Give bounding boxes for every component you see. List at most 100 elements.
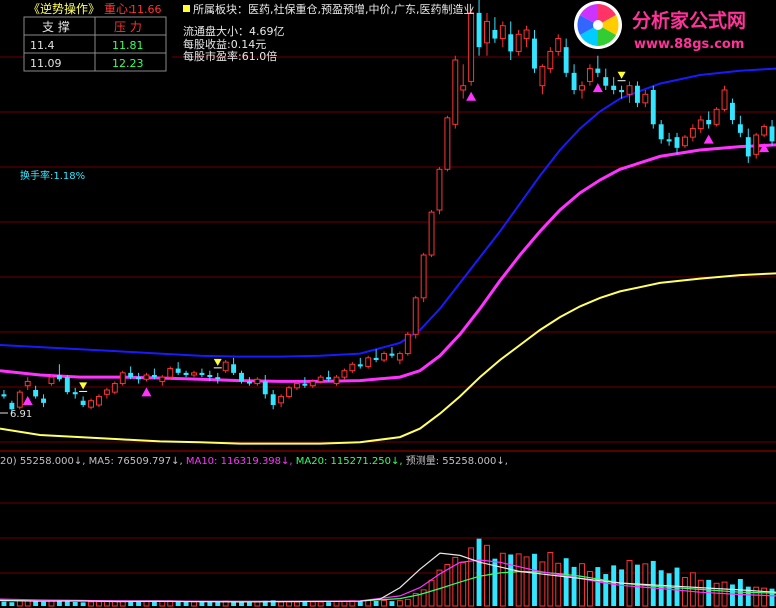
watermark-brand: 分析家公式网 bbox=[632, 9, 746, 32]
volume-bar bbox=[539, 561, 546, 607]
candle bbox=[555, 34, 562, 56]
candle bbox=[41, 394, 47, 408]
candle bbox=[706, 111, 712, 129]
candle bbox=[333, 375, 340, 386]
candle bbox=[508, 21, 514, 60]
volume-bar bbox=[215, 601, 221, 606]
candle bbox=[396, 351, 403, 365]
candle bbox=[484, 12, 490, 56]
volume-bar bbox=[302, 601, 308, 606]
candle bbox=[420, 252, 427, 303]
candle bbox=[611, 77, 617, 95]
candle bbox=[769, 120, 775, 146]
buy-signal-marker bbox=[703, 134, 714, 144]
volume-bars bbox=[1, 538, 775, 607]
volume-bar bbox=[555, 562, 562, 607]
candle bbox=[492, 17, 498, 43]
candle bbox=[547, 47, 554, 73]
candle bbox=[444, 115, 451, 172]
volume-bar bbox=[499, 552, 506, 607]
candle bbox=[689, 124, 696, 142]
candle bbox=[571, 64, 577, 95]
candle bbox=[436, 167, 443, 215]
candle bbox=[111, 381, 118, 395]
volume-bar bbox=[103, 600, 110, 607]
candle bbox=[222, 360, 229, 373]
volume-bar bbox=[745, 586, 751, 606]
candle bbox=[341, 368, 348, 380]
resistance-value-1: 11.81 bbox=[112, 39, 144, 52]
volume-bar bbox=[611, 565, 617, 606]
volume-bar bbox=[460, 562, 467, 607]
sector-text: 所属板块：医药,社保重仓,预盈预增,中价,广东,医药制造业 bbox=[193, 2, 474, 16]
candle bbox=[167, 366, 174, 380]
candle bbox=[697, 115, 704, 133]
buy-signal-marker bbox=[466, 91, 477, 101]
candle bbox=[64, 375, 70, 395]
volume-bar bbox=[159, 600, 166, 607]
volume-bar bbox=[64, 601, 70, 606]
candle bbox=[603, 68, 609, 90]
candle bbox=[721, 85, 728, 112]
sell-signal-marker bbox=[213, 358, 222, 366]
ma-yellow-line bbox=[0, 272, 776, 445]
volume-bar bbox=[619, 569, 625, 606]
volume-legend-item: MA20: 115271.250↓, bbox=[293, 456, 403, 467]
candle bbox=[499, 21, 506, 48]
volume-bar bbox=[41, 601, 47, 606]
turnover-text: 换手率:1.18% bbox=[20, 169, 85, 182]
candle bbox=[183, 370, 189, 378]
volume-bar bbox=[9, 602, 15, 606]
candle bbox=[539, 64, 546, 95]
candle bbox=[532, 30, 537, 73]
volume-bar bbox=[199, 601, 205, 606]
volume-bar bbox=[88, 601, 95, 607]
candle bbox=[136, 372, 142, 384]
candle bbox=[658, 120, 664, 144]
buy-signal-marker bbox=[22, 396, 33, 405]
candle bbox=[753, 132, 760, 159]
candle bbox=[96, 394, 102, 408]
volume-bar bbox=[468, 547, 475, 607]
volume-bar bbox=[357, 601, 363, 606]
volume-bar bbox=[373, 600, 379, 606]
volume-bar bbox=[729, 584, 735, 606]
volume-bar bbox=[681, 577, 688, 607]
candle bbox=[563, 38, 569, 78]
volume-bar bbox=[151, 601, 157, 606]
candle bbox=[761, 124, 768, 138]
volume-legend-item: MA10: 116319.398↓, bbox=[183, 456, 293, 467]
volume-bar bbox=[80, 602, 86, 606]
candle bbox=[357, 357, 363, 369]
candle bbox=[650, 85, 656, 129]
candle bbox=[365, 355, 372, 369]
volume-bar bbox=[33, 601, 39, 606]
candle bbox=[674, 132, 680, 155]
volume-legend-item: 20) bbox=[0, 456, 17, 467]
candle bbox=[215, 372, 221, 384]
candle bbox=[373, 349, 379, 363]
candle bbox=[246, 377, 252, 386]
volume-bar bbox=[563, 558, 569, 606]
candle bbox=[175, 362, 181, 375]
volume-bar bbox=[1, 601, 7, 606]
candle bbox=[634, 81, 640, 108]
volume-bar bbox=[508, 554, 514, 606]
sector-bullet bbox=[183, 5, 190, 12]
candle bbox=[231, 357, 237, 375]
center-label: 重心: bbox=[104, 2, 132, 16]
volume-bar bbox=[571, 566, 577, 606]
candle bbox=[72, 387, 78, 399]
candle bbox=[199, 368, 205, 378]
volume-bar bbox=[697, 579, 704, 607]
candle bbox=[389, 347, 395, 358]
candle bbox=[642, 90, 649, 108]
volume-bar bbox=[278, 601, 285, 607]
stock-chart: 《逆势操作》 重心: 11.66 支 撑 压 力 11.4 11.81 11.0… bbox=[0, 0, 776, 607]
resistance-value-2: 12.23 bbox=[112, 57, 144, 70]
support-value-1: 11.4 bbox=[30, 39, 55, 52]
volume-bar bbox=[286, 601, 292, 607]
candle bbox=[523, 25, 530, 48]
volume-bar bbox=[515, 553, 522, 607]
candle bbox=[404, 332, 411, 356]
